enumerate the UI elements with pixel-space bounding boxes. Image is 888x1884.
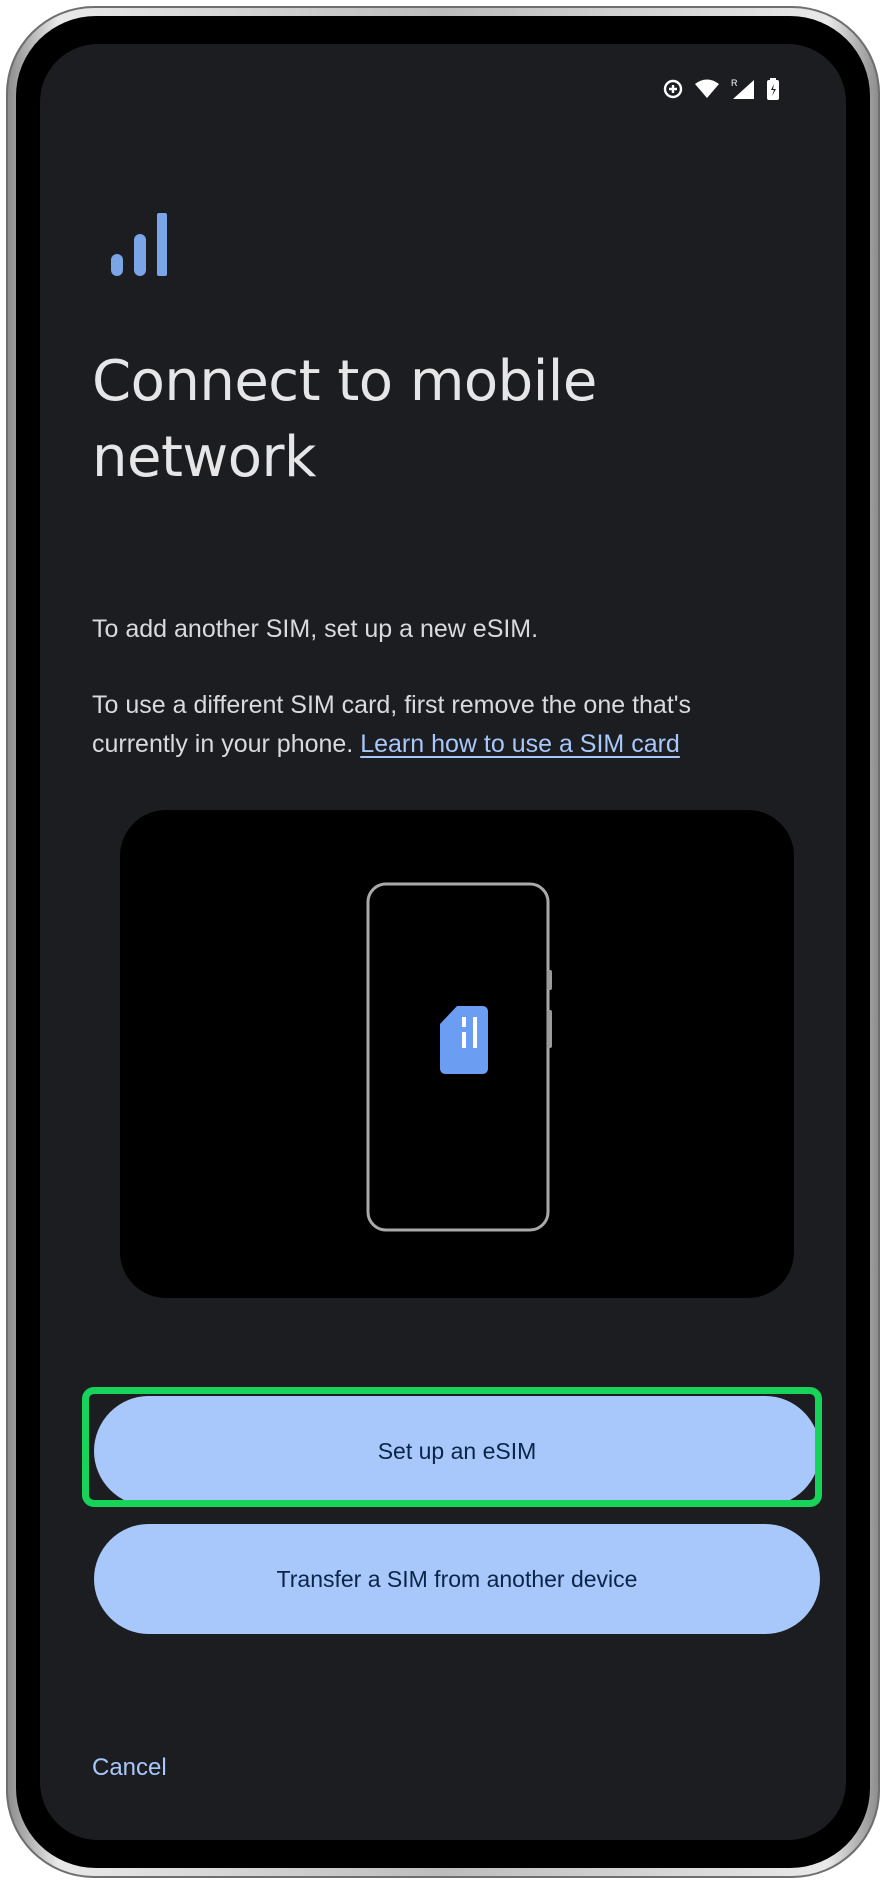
signal-bars-icon [110,212,174,283]
phone-frame: R Connect to mobile network To add anoth… [6,6,880,1878]
phone-illustration [366,882,552,1232]
esim-hint-text: To add another SIM, set up a new eSIM. [92,615,539,643]
setup-esim-button[interactable]: Set up an eSIM [94,1396,820,1506]
transfer-sim-label: Transfer a SIM from another device [276,1565,638,1592]
screen: R Connect to mobile network To add anoth… [40,44,846,1840]
cancel-button[interactable]: Cancel [92,1754,167,1782]
sim-card-hint-text: To use a different SIM card, first remov… [92,686,792,764]
data-saver-icon [662,78,684,100]
cell-signal-roaming-icon: R [730,77,756,101]
page-title: Connect to mobile network [92,349,597,490]
illustration-phone-button-upper [547,970,552,990]
sim-illustration [120,810,794,1298]
wifi-icon [694,78,720,100]
transfer-sim-button[interactable]: Transfer a SIM from another device [94,1524,820,1634]
roaming-indicator: R [731,78,738,88]
setup-esim-label: Set up an eSIM [377,1437,537,1464]
illustration-phone-button-lower [547,1010,552,1048]
phone-bezel: R Connect to mobile network To add anoth… [16,16,870,1868]
battery-icon [766,77,780,101]
learn-sim-card-link[interactable]: Learn how to use a SIM card [360,730,680,758]
status-bar: R [662,74,780,104]
